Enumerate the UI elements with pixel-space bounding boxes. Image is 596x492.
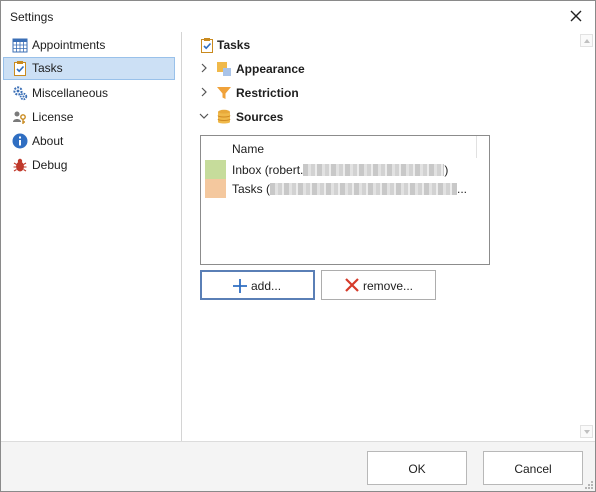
calendar-icon (12, 38, 28, 53)
clipboard-check-icon (201, 38, 213, 53)
plus-icon (233, 279, 247, 293)
sidebar-item-license[interactable]: License (3, 106, 175, 129)
list-item[interactable]: Inbox (robert.) (205, 160, 475, 179)
gears-icon (13, 86, 28, 101)
section-label: Sources (236, 110, 284, 124)
sidebar: Appointments Tasks Miscellaneous License… (1, 32, 182, 441)
add-source-button[interactable]: add... (200, 270, 315, 300)
button-label: add... (251, 279, 282, 293)
list-item[interactable]: Tasks (... (205, 179, 475, 198)
remove-source-button[interactable]: remove... (321, 270, 436, 300)
color-swatch (205, 160, 226, 179)
clipboard-check-icon (14, 61, 26, 76)
info-icon (12, 133, 28, 149)
section-label: Restriction (236, 86, 299, 100)
people-key-icon (13, 111, 26, 124)
resize-grip-icon[interactable] (583, 479, 593, 489)
scroll-down-button[interactable] (580, 425, 593, 438)
button-label: remove... (363, 279, 414, 293)
button-label: OK (408, 462, 426, 476)
close-icon (570, 10, 582, 22)
chevron-right-icon (201, 87, 207, 97)
sidebar-item-label: About (32, 134, 64, 148)
database-icon (217, 109, 231, 124)
page-title: Tasks (217, 38, 251, 52)
cancel-button[interactable]: Cancel (483, 451, 583, 485)
red-x-icon (345, 278, 359, 292)
source-name: Tasks (... (232, 182, 468, 196)
sidebar-item-about[interactable]: About (3, 130, 175, 153)
sidebar-item-label: Tasks (32, 61, 63, 75)
chevron-right-icon (201, 63, 207, 73)
sidebar-item-miscellaneous[interactable]: Miscellaneous (3, 82, 175, 105)
ok-button[interactable]: OK (367, 451, 467, 485)
settings-dialog: Settings Appointments Tasks Miscellaneou… (0, 0, 596, 492)
sources-list[interactable]: Name Inbox (robert.) Tasks (... (200, 135, 490, 265)
section-label: Appearance (236, 62, 305, 76)
button-label: Cancel (514, 462, 552, 476)
bug-icon (13, 158, 27, 172)
color-swatch (205, 179, 226, 198)
list-header: Name (201, 136, 489, 159)
filter-icon (217, 87, 231, 99)
dialog-footer: OK Cancel (1, 441, 595, 491)
sidebar-item-label: Miscellaneous (32, 86, 109, 100)
chevron-down-icon (199, 113, 209, 119)
column-header-name[interactable]: Name (232, 142, 264, 156)
settings-content: Tasks Appearance Restriction Sources Nam… (183, 32, 595, 441)
triangle-down-icon (584, 430, 590, 434)
sidebar-item-appointments[interactable]: Appointments (3, 34, 175, 57)
title-bar[interactable]: Settings (1, 1, 595, 31)
source-name: Inbox (robert.) (232, 163, 449, 177)
scroll-up-button[interactable] (580, 34, 593, 47)
column-separator (476, 136, 477, 158)
sidebar-item-label: License (32, 110, 74, 124)
window-title: Settings (10, 10, 54, 24)
triangle-up-icon (584, 39, 590, 43)
sidebar-item-debug[interactable]: Debug (3, 154, 175, 177)
sidebar-item-tasks[interactable]: Tasks (3, 57, 175, 80)
sidebar-item-label: Debug (32, 158, 68, 172)
sidebar-item-label: Appointments (32, 38, 106, 52)
close-button[interactable] (563, 4, 589, 28)
palette-icon (217, 62, 231, 76)
